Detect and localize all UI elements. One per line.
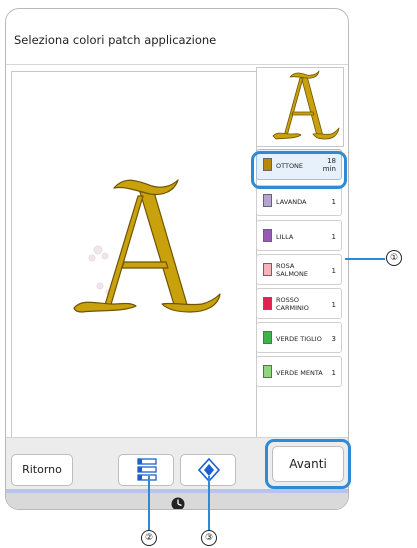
callout-1-leader — [345, 258, 385, 260]
callout-2-leader — [148, 476, 150, 530]
color-item-rosa-salmone[interactable]: ROSA SALMONE 1 — [256, 254, 342, 285]
color-name: ROSA SALMONE — [276, 262, 309, 278]
color-count: 1 — [331, 233, 336, 241]
color-count: 1 — [331, 267, 336, 275]
swatch — [263, 194, 272, 207]
color-count: 3 — [331, 335, 336, 343]
letter-a-preview — [272, 70, 340, 140]
color-count: 1 — [331, 198, 336, 206]
design-preview — [256, 67, 344, 147]
swatch — [263, 365, 272, 378]
color-name: ROSSO CARMINIO — [276, 296, 309, 312]
color-list-icon — [137, 458, 157, 481]
swatch — [263, 331, 272, 344]
swatch — [263, 229, 272, 242]
callout-1: ① — [386, 250, 402, 266]
color-list-button[interactable] — [118, 454, 174, 486]
callout-2: ② — [141, 530, 157, 546]
color-count: 1 — [331, 301, 336, 309]
letter-a-embroidery — [73, 179, 221, 313]
color-name: VERDE TIGLIO — [276, 335, 322, 343]
back-button[interactable]: Ritorno — [11, 454, 73, 486]
color-item-verde-tiglio[interactable]: VERDE TIGLIO 3 — [256, 322, 342, 353]
color-name: VERDE MENTA — [276, 369, 323, 377]
color-count: 1 — [331, 369, 336, 377]
callout-3: ③ — [201, 530, 217, 546]
clock-icon — [171, 497, 185, 509]
next-button-highlight — [265, 439, 351, 489]
color-item-verde-menta[interactable]: VERDE MENTA 1 — [256, 356, 342, 387]
callout-3-leader — [208, 476, 210, 530]
color-name: LILLA — [276, 233, 294, 241]
swatch — [263, 263, 272, 276]
swatch — [263, 297, 272, 310]
status-bar — [6, 493, 348, 509]
color-name: LAVANDA — [276, 198, 307, 206]
color-item-rosso-carminio[interactable]: ROSSO CARMINIO 1 — [256, 288, 342, 319]
color-item-lavanda[interactable]: LAVANDA 1 — [256, 185, 342, 216]
screen-title: Seleziona colori patch applicazione — [14, 33, 217, 47]
machine-screen: Seleziona colori patch applicazione OTTO… — [5, 8, 349, 510]
title-divider — [6, 64, 348, 65]
selected-color-highlight — [251, 151, 347, 189]
design-canvas — [11, 71, 257, 439]
color-item-lilla[interactable]: LILLA 1 — [256, 220, 342, 251]
